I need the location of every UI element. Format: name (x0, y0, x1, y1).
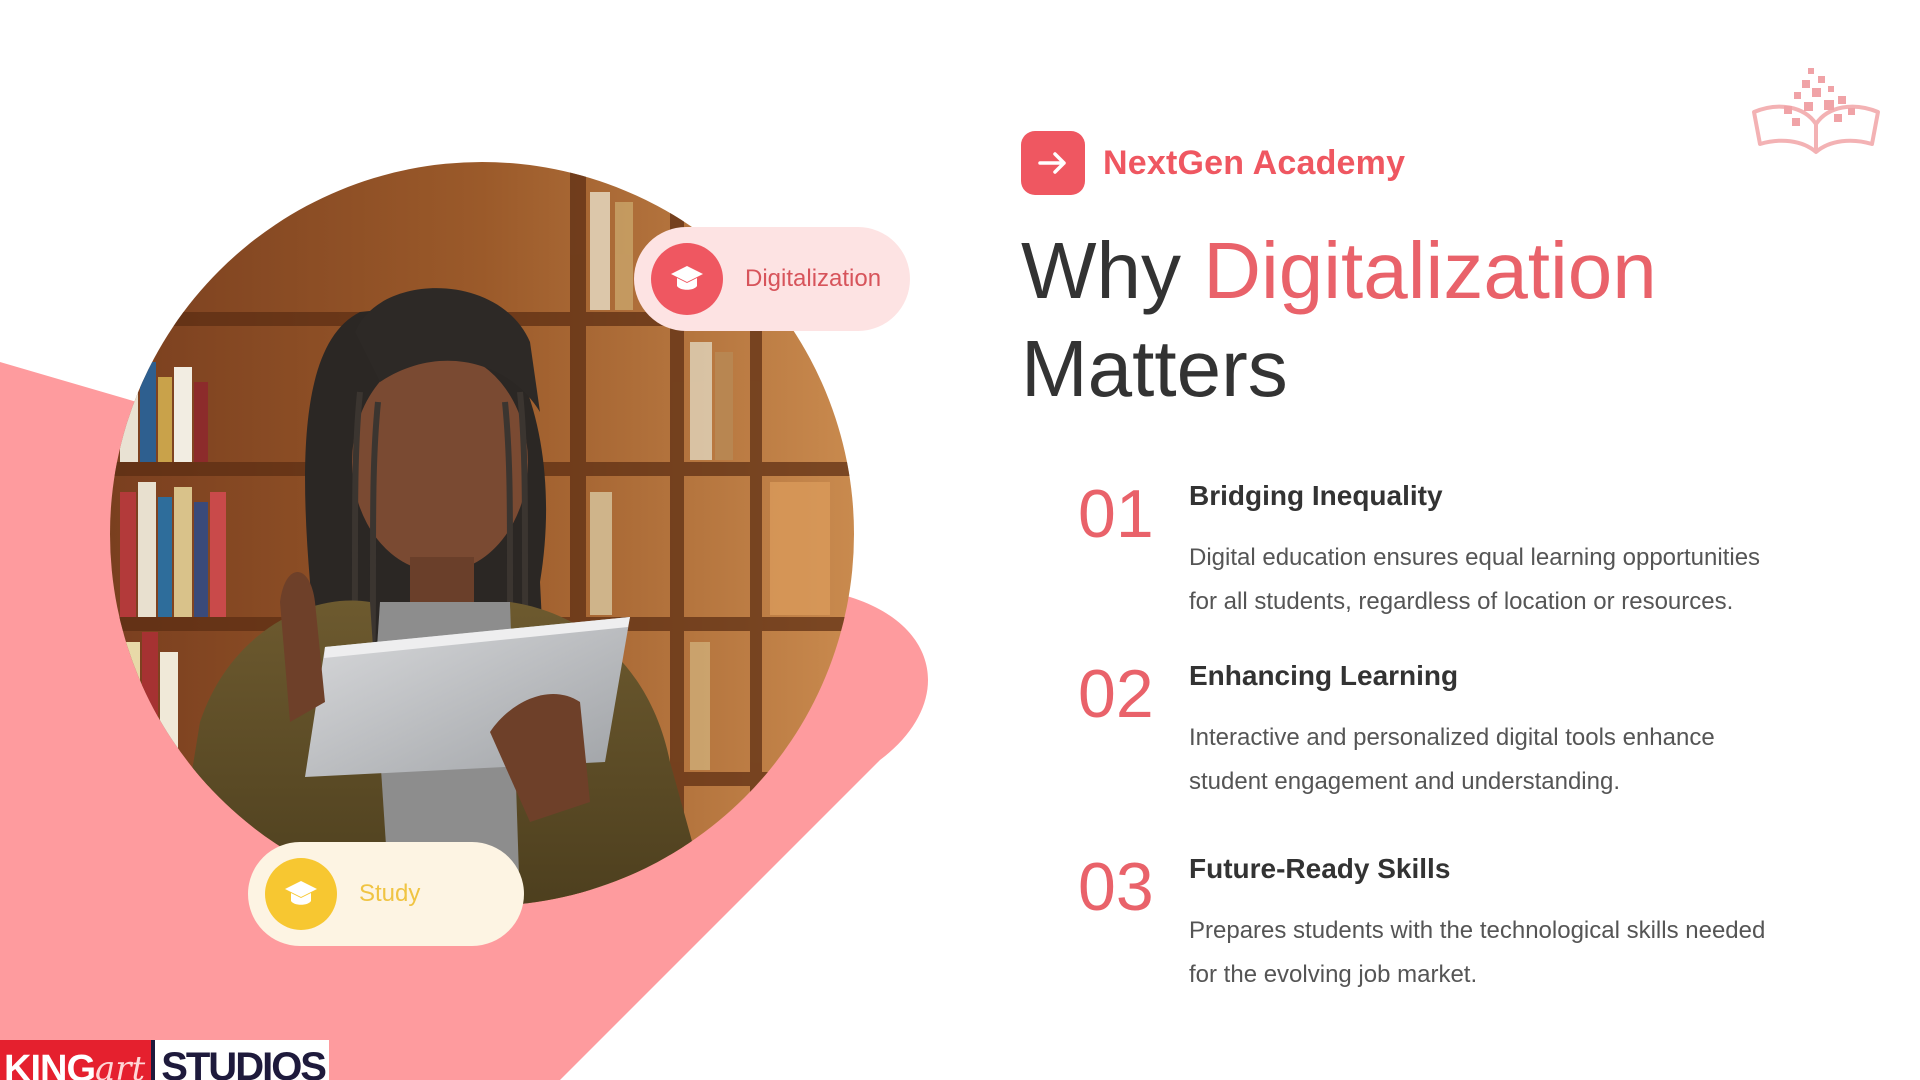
kingart-studios-logo: KING art STUDIOS (0, 1040, 329, 1080)
arrow-right-icon[interactable] (1021, 131, 1085, 195)
slide: Digitalization Study NextGen Academy Why… (0, 0, 1920, 1080)
study-tag-label: Study (359, 880, 421, 907)
title-prefix: Why (1021, 226, 1181, 315)
page-title: Why Digitalization Matters (1021, 222, 1801, 418)
point-text: Interactive and personalized digital too… (1189, 724, 1715, 795)
watermark-king: KING art (0, 1040, 152, 1080)
digitalization-tag-label: Digitalization (745, 265, 882, 292)
brand-name: NextGen Academy (1103, 143, 1406, 182)
title-accent: Digitalization (1203, 226, 1657, 315)
point-text: Digital education ensures equal learning… (1189, 544, 1761, 615)
watermark-king-text: KING (4, 1047, 96, 1080)
graduation-cap-icon (265, 858, 337, 930)
point-title: Enhancing Learning (1189, 660, 1459, 691)
point-number: 03 (1078, 849, 1154, 925)
point-number: 01 (1078, 476, 1154, 552)
watermark-studios: STUDIOS (151, 1040, 329, 1080)
point-text: Prepares students with the technological… (1189, 917, 1766, 988)
open-book-pixel-icon (1752, 68, 1880, 154)
point-title: Future-Ready Skills (1189, 853, 1451, 884)
digitalization-tag: Digitalization (634, 227, 910, 331)
title-suffix: Matters (1021, 324, 1288, 413)
point-title: Bridging Inequality (1189, 480, 1443, 511)
point-number: 02 (1078, 656, 1154, 732)
study-tag: Study (248, 842, 524, 946)
watermark-art: art (95, 1049, 146, 1080)
brand: NextGen Academy (1021, 131, 1405, 195)
graduation-cap-icon (651, 243, 723, 315)
